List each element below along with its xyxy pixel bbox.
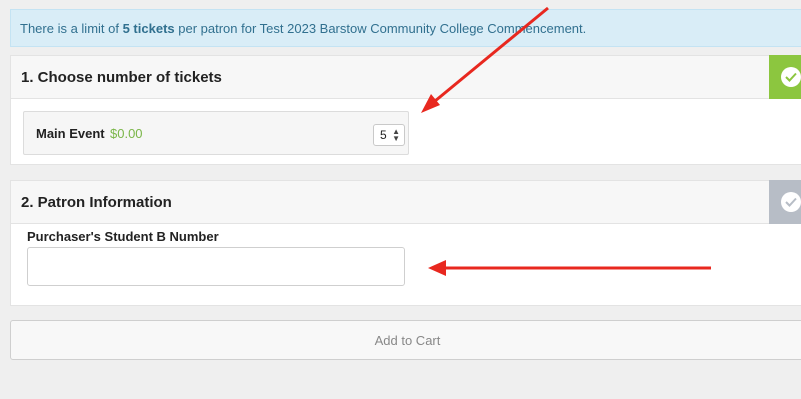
check-icon <box>781 192 801 212</box>
patron-information-header[interactable]: 2. Patron Information <box>11 180 801 224</box>
step2-pending-indicator <box>769 180 801 224</box>
ticket-quantity-select[interactable]: 5 ▲ ▼ <box>373 124 405 146</box>
notice-prefix: There is a limit of <box>20 21 123 36</box>
add-to-cart-label: Add to Cart <box>374 333 441 348</box>
student-b-number-input[interactable] <box>27 247 405 286</box>
notice-suffix: per patron for Test 2023 Barstow Communi… <box>174 21 587 36</box>
select-arrows-icon: ▲ ▼ <box>392 127 400 143</box>
ticket-limit-notice: There is a limit of 5 tickets per patron… <box>10 9 801 47</box>
check-icon <box>781 67 801 87</box>
notice-limit: 5 tickets <box>122 21 175 36</box>
patron-information-panel: 2. Patron Information Purchaser's Studen… <box>10 180 801 306</box>
ticket-name: Main Event <box>36 126 105 141</box>
choose-tickets-header[interactable]: 1. Choose number of tickets <box>11 55 801 99</box>
choose-tickets-panel: 1. Choose number of tickets Main Event $… <box>10 55 801 165</box>
ticket-row-main-event: Main Event $0.00 5 ▲ ▼ <box>23 111 409 155</box>
add-to-cart-button[interactable]: Add to Cart <box>10 320 801 360</box>
ticket-quantity-value: 5 <box>380 128 387 142</box>
step2-title: 2. Patron Information <box>21 194 172 211</box>
student-b-number-label: Purchaser's Student B Number <box>27 229 219 244</box>
step1-title: 1. Choose number of tickets <box>21 69 222 86</box>
step1-complete-indicator <box>769 55 801 99</box>
ticket-price: $0.00 <box>110 126 143 141</box>
